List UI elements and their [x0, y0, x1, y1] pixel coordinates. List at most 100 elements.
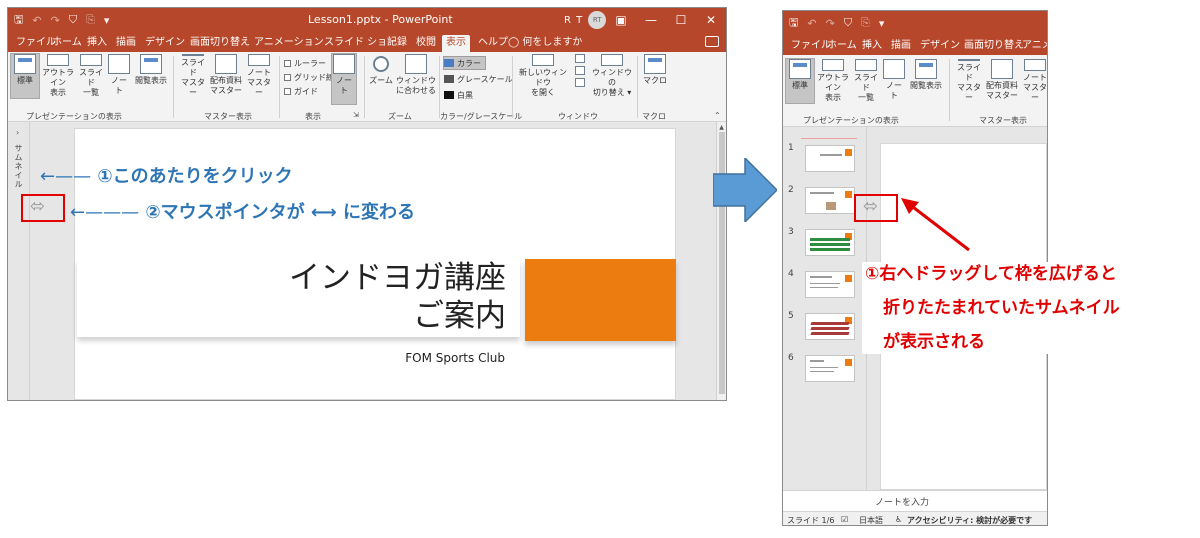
slide-thumbnail-6[interactable] — [805, 355, 855, 382]
reading-view-icon — [915, 59, 937, 79]
tab-review[interactable]: 校閲 — [412, 35, 440, 52]
black-white-button[interactable]: 白黒 — [444, 89, 473, 101]
tab-insert[interactable]: 挿入 — [858, 38, 886, 55]
slide-number: 5 — [788, 311, 794, 321]
tab-animations[interactable]: アニメー — [1018, 38, 1047, 55]
zoom-button[interactable]: ズーム — [368, 54, 394, 98]
notes-pane-icon — [333, 54, 355, 74]
tab-home[interactable]: ホーム — [823, 38, 861, 55]
fit-to-window-button[interactable]: ウィンドウ に合わせる — [396, 54, 436, 98]
outline-view-button[interactable]: アウトライン 表示 — [41, 54, 75, 98]
ruler-checkbox[interactable]: ルーラー — [284, 58, 326, 69]
guides-checkbox[interactable]: ガイド — [284, 86, 318, 97]
tab-design[interactable]: デザイン — [141, 35, 189, 52]
tell-me-search[interactable]: ◯ 何をしますか — [504, 35, 586, 52]
slide-sorter-icon — [80, 54, 102, 66]
arrange-buttons[interactable] — [573, 54, 587, 98]
expand-arrow-icon[interactable]: › — [16, 128, 19, 137]
collapse-ribbon-icon[interactable]: ⌃ — [714, 111, 721, 120]
slide-thumbnail-1[interactable] — [805, 145, 855, 172]
save-icon[interactable]: 🖫 — [789, 14, 798, 33]
tab-view[interactable]: 表示 — [442, 35, 470, 52]
macros-button[interactable]: マクロ — [641, 54, 669, 98]
presentation-icon[interactable]: ⛉ — [69, 13, 77, 27]
redo-icon[interactable]: ↷ — [51, 14, 60, 27]
thumb-orange — [845, 191, 852, 198]
slide-master-button[interactable]: スライド マスター — [178, 54, 208, 98]
tab-draw[interactable]: 描画 — [887, 38, 915, 55]
notes-pane-button[interactable]: ノー ト — [331, 53, 357, 105]
slide-thumbnail-3[interactable] — [805, 229, 855, 256]
customize-qat-icon[interactable]: ▾ — [104, 14, 110, 27]
slide-thumbnail-5[interactable] — [805, 313, 855, 340]
reading-view-button[interactable]: 閲覧表示 — [909, 59, 943, 103]
reading-view-label: 閲覧表示 — [910, 81, 942, 90]
notes-master-button[interactable]: ノート マスター — [1020, 59, 1047, 103]
normal-view-button[interactable]: 標準 — [785, 58, 815, 104]
tab-insert[interactable]: 挿入 — [83, 35, 111, 52]
outline-view-button[interactable]: アウトライン 表示 — [816, 59, 850, 103]
quick-access-toolbar: 🖫 ↶ ↷ ⛉ ⎘ ▾ — [14, 12, 109, 28]
notes-pane[interactable]: ノートを入力 — [783, 490, 1047, 511]
notes-page-button[interactable]: ノー ト — [882, 59, 906, 103]
slide-sorter-button[interactable]: スライド 一覧 — [78, 54, 104, 98]
notes-page-button[interactable]: ノー ト — [107, 54, 131, 98]
copy-icon[interactable]: ⎘ — [861, 16, 870, 30]
redo-icon[interactable]: ↷ — [826, 17, 835, 30]
close-icon[interactable]: ✕ — [696, 11, 726, 29]
switch-windows-label: ウィンドウの 切り替え ▾ — [592, 68, 632, 97]
normal-view-label: 標準 — [17, 76, 33, 85]
thumbnail-pane[interactable]: 1 2 3 4 5 6 — [783, 127, 867, 490]
tab-draw[interactable]: 描画 — [112, 35, 140, 52]
insertion-line — [801, 138, 857, 139]
dialog-launcher-icon[interactable]: ⇲ — [353, 111, 359, 119]
tab-record[interactable]: 記録 — [383, 35, 411, 52]
annotation-line-2: 折りたたまれていたサムネイル — [883, 298, 1120, 318]
slide-subtitle: FOM Sports Club — [405, 351, 505, 365]
tab-animations[interactable]: アニメーション — [250, 35, 328, 52]
undo-icon[interactable]: ↶ — [807, 17, 816, 30]
save-icon[interactable]: 🖫 — [14, 11, 23, 30]
handout-master-button[interactable]: 配布資料 マスター — [986, 59, 1018, 103]
avatar[interactable]: RT — [588, 11, 607, 29]
switch-windows-button[interactable]: ウィンドウの 切り替え ▾ — [590, 54, 634, 98]
user-account[interactable]: R T RT — [564, 11, 607, 29]
gridlines-checkbox[interactable]: グリッド線 — [284, 72, 334, 83]
screenshot: 🖫 ↶ ↷ ⛉ ⎘ ▾ Lesson1.pptx - PowerPoint R … — [0, 0, 1200, 538]
maximize-icon[interactable]: ☐ — [666, 11, 696, 29]
normal-view-button[interactable]: 標準 — [10, 53, 40, 99]
thumb-red-row — [810, 322, 850, 325]
comments-icon[interactable] — [705, 36, 719, 47]
title-placeholder[interactable]: インドヨガ講座 ご案内 — [77, 259, 520, 337]
new-window-button[interactable]: 新しいウィンドウ を開く — [516, 54, 570, 98]
outline-view-icon — [47, 54, 69, 66]
slide-thumbnail-4[interactable] — [805, 271, 855, 298]
undo-icon[interactable]: ↶ — [32, 14, 41, 27]
tab-home[interactable]: ホーム — [48, 35, 86, 52]
grayscale-button[interactable]: グレースケール — [444, 73, 513, 85]
collapsed-thumbnail-pane[interactable]: › サムネイル — [8, 122, 30, 400]
slide-master-label: スライド マスター — [181, 58, 205, 97]
scroll-up-icon[interactable]: ▲ — [718, 124, 725, 131]
slide-thumbnail-2[interactable] — [805, 187, 855, 214]
tab-transitions[interactable]: 画面切り替え — [186, 35, 254, 52]
reading-view-button[interactable]: 閲覧表示 — [134, 54, 168, 98]
ribbon-display-icon[interactable]: ▣ — [606, 11, 636, 29]
spellcheck-icon[interactable]: ☑ — [841, 515, 848, 524]
notes-placeholder: ノートを入力 — [875, 498, 930, 508]
slide-master-button[interactable]: スライド マスター — [954, 59, 984, 103]
handout-master-button[interactable]: 配布資料 マスター — [210, 54, 242, 98]
presentation-icon[interactable]: ⛉ — [844, 16, 852, 30]
color-button[interactable]: カラー — [443, 56, 486, 70]
accessibility-status[interactable]: アクセシビリティ: 検討が必要です — [907, 515, 1032, 525]
slide-sorter-button[interactable]: スライド 一覧 — [853, 59, 879, 103]
notes-master-button[interactable]: ノート マスター — [244, 54, 274, 98]
customize-qat-icon[interactable]: ▾ — [879, 17, 885, 30]
notes-page-label: ノー ト — [111, 76, 127, 95]
tab-design[interactable]: デザイン — [916, 38, 964, 55]
language-indicator[interactable]: 日本語 — [859, 515, 883, 525]
title-bar: 🖫 ↶ ↷ ⛉ ⎘ ▾ Lesson1.pptx - PowerPoint R … — [8, 8, 726, 32]
copy-icon[interactable]: ⎘ — [86, 13, 95, 27]
minimize-icon[interactable]: — — [636, 11, 666, 29]
group-separator — [512, 56, 513, 118]
